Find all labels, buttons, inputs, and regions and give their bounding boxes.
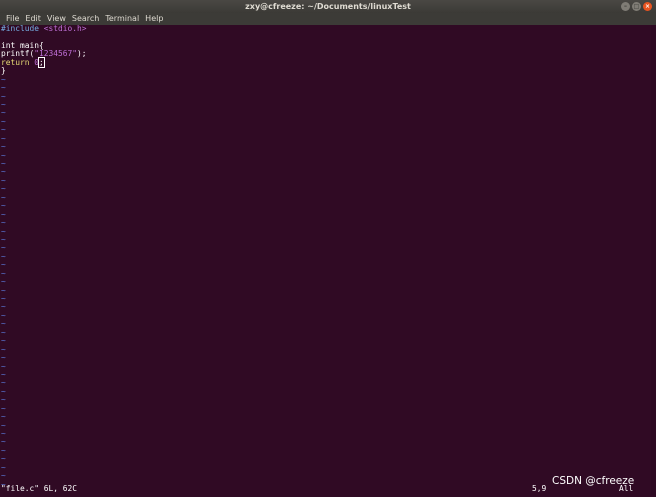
include-directive: #include [1,24,40,33]
tilde-line: ~ [1,294,6,303]
minimize-icon[interactable]: – [621,2,630,11]
tilde-line: ~ [1,167,6,177]
tilde-line: ~ [1,74,6,84]
tilde-line: ~ [1,277,6,287]
tilde-line: ~ [1,175,6,185]
tilde-line: ~ [1,125,6,135]
tilde-line: ~ [1,378,6,388]
printf-end: ); [77,49,87,59]
tilde-line: ~ [1,226,6,236]
tilde-line: ~ [1,361,6,371]
menu-terminal[interactable]: Terminal [102,13,142,25]
code-line-5: return 0; [0,56,651,68]
tilde-line: ~ [1,310,6,320]
maximize-icon[interactable]: □ [632,2,641,11]
menu-bar: File Edit View Search Terminal Help [0,13,656,25]
file-info: "file.c" 6L, 62C [1,484,78,493]
tilde-line: ~ [1,142,6,152]
tilde-line: ~ [1,260,6,270]
tilde-line: ~ [1,99,6,109]
tilde-line: ~ [1,420,6,430]
code-line-1: #include <stdio.h> [0,24,651,33]
tilde-line: ~ [1,218,6,228]
tilde-line: ~ [1,108,6,118]
tilde-line: ~ [1,302,6,312]
tilde-line: ~ [1,412,6,422]
tilde-line: ~ [1,91,6,101]
tilde-line: ~ [1,462,6,472]
tilde-line: ~ [1,445,6,455]
tilde-line: ~ [1,327,6,337]
close-icon[interactable]: × [643,2,652,11]
closing-brace: } [1,66,6,76]
include-header: <stdio.h> [43,24,87,33]
tilde-line: ~ [1,437,6,447]
tilde-line: ~ [1,353,6,363]
tilde-line: ~ [1,454,6,464]
tilde-line: ~ [1,192,6,202]
window-titlebar: zxy@cfreeze: ~/Documents/linuxTest – □ × [0,0,656,13]
text-cursor: ; [38,56,45,68]
tilde-line: ~ [1,285,6,295]
vim-editor[interactable]: #include <stdio.h> int main{ printf("123… [0,24,651,495]
tilde-line: ~ [1,395,6,405]
code-line-4: printf("1234567"); [0,50,651,58]
tilde-line: ~ [1,429,6,438]
scrollbar[interactable] [651,25,656,495]
tilde-line: ~ [1,116,6,126]
tilde-line: ~ [1,369,6,379]
tilde-line: ~ [1,209,6,219]
tilde-line: ~ [1,319,6,329]
tilde-line: ~ [1,251,6,261]
tilde-line: ~ [1,344,6,354]
window-title: zxy@cfreeze: ~/Documents/linuxTest [245,2,411,11]
window-controls: – □ × [621,2,652,11]
tilde-line: ~ [1,150,6,160]
printf-string: "1234567" [34,49,78,59]
tilde-line: ~ [1,243,6,253]
tilde-line: ~ [1,386,6,396]
tilde-line: ~ [1,184,6,194]
cursor-position: 5,9 [532,484,547,493]
watermark: CSDN @cfreeze [552,475,635,487]
tilde-line: ~ [1,336,6,346]
tilde-line: ~ [1,403,6,413]
code-line-3: int main{ [0,41,651,50]
code-line-6: } [0,66,651,76]
tilde-line: ~ [1,234,6,244]
empty-line-markers: ~ ~ ~ ~ ~ ~ ~ ~ ~ ~ ~ ~ ~ ~ ~ ~ ~ ~ ~ ~ ~ ~ ~ ~ ~ ~ ~ ~ ~ ~ ~ ~ ~ ~ ~ ~ ~ ~ ~ ~… [0,74,651,489]
tilde-line: ~ [1,268,6,278]
tilde-line: ~ [1,201,6,211]
tilde-line: ~ [1,83,6,93]
tilde-line: ~ [1,159,6,168]
tilde-line: ~ [1,133,6,143]
menu-help[interactable]: Help [142,13,166,25]
